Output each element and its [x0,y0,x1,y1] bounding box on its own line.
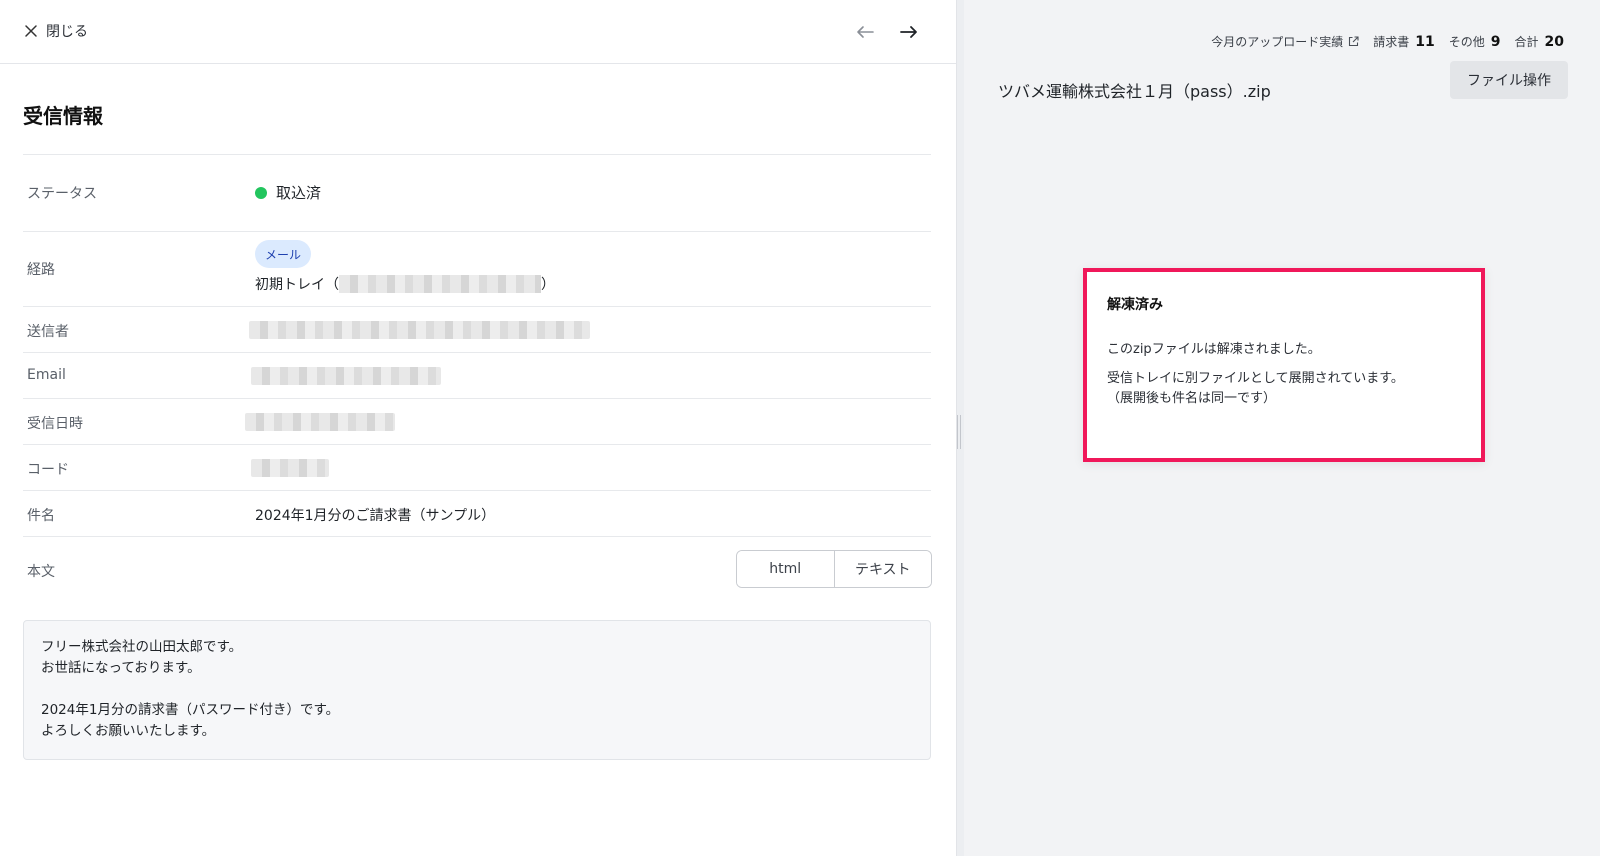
upload-stats: 今月のアップロード実績 請求書 11 その他 9 合計 20 [1211,33,1564,50]
external-link-icon [1349,36,1359,47]
mail-body-line: フリー株式会社の山田太郎です。 [41,639,243,655]
total-count-value: 20 [1544,34,1564,50]
notice-line: 受信トレイに別ファイルとして展開されています。 [1107,371,1404,386]
detail-panel: 閉じる 受信情報 ステータス 取込済 経路 メール 初期トレイ（ ） 送信者 E… [0,0,956,856]
close-icon [25,25,37,37]
invoice-count-value: 11 [1415,34,1435,50]
route-redacted [339,275,541,293]
section-title: 受信情報 [23,104,103,128]
sender-redacted [249,321,590,339]
mail-body: フリー株式会社の山田太郎です。 お世話になっております。 2024年1月分の請求… [23,620,931,760]
sender-label: 送信者 [27,324,69,340]
mail-body-line [41,679,913,700]
unzipped-notice: 解凍済み このzipファイルは解凍されました。 受信トレイに別ファイルとして展開… [1083,268,1485,462]
route-prefix: 初期トレイ（ [255,277,339,293]
close-button[interactable]: 閉じる [24,19,88,43]
previous-button[interactable] [853,20,877,44]
invoice-count-stat: 請求書 11 [1373,33,1435,50]
notice-line: （展開後も件名は同一です） [1107,391,1277,406]
code-label: コード [27,462,69,478]
total-count-label: 合計 [1514,35,1539,49]
mail-body-line: お世話になっております。 [41,660,201,676]
close-label: 閉じる [46,24,88,40]
route-label: 経路 [27,262,55,278]
received-at-redacted [245,413,395,431]
body-format-toggle: html テキスト [736,550,932,588]
status-text: 取込済 [276,184,322,202]
other-count-value: 9 [1490,34,1501,50]
mail-body-line: 2024年1月分の請求書（パスワード付き）です。 [41,702,340,718]
subject-value: 2024年1月分のご請求書（サンプル） [255,508,496,524]
preview-panel: 今月のアップロード実績 請求書 11 その他 9 合計 20 ツバメ運輸株式会社… [964,0,1600,856]
route-row: 経路 メール 初期トレイ（ ） [23,232,931,307]
other-count-stat: その他 9 [1449,33,1501,50]
resize-handle[interactable] [957,415,961,449]
upload-history-label: 今月のアップロード実績 [1211,35,1344,49]
code-redacted [251,459,329,477]
html-view-button[interactable]: html [737,551,834,587]
upload-history-link[interactable]: 今月のアップロード実績 [1211,33,1359,50]
detail-topbar: 閉じる [0,0,956,64]
received-at-label: 受信日時 [27,416,83,432]
status-label: ステータス [27,186,97,202]
email-row: Email [23,353,931,399]
file-actions-button[interactable]: ファイル操作 [1450,61,1568,99]
route-badge: メール [255,240,312,268]
other-count-label: その他 [1448,35,1485,49]
body-row: 本文 html テキスト [23,537,932,601]
sender-row: 送信者 [23,307,931,353]
arrow-right-icon [900,26,917,38]
code-row: コード [23,445,931,491]
mail-body-line: よろしくお願いいたします。 [41,723,216,739]
email-label: Email [27,367,66,383]
text-view-button[interactable]: テキスト [833,551,931,587]
route-suffix: ） [541,277,555,293]
notice-title: 解凍済み [1107,297,1163,313]
next-button[interactable] [897,20,921,44]
body-label: 本文 [27,564,55,580]
route-text: 初期トレイ（ ） [255,274,555,294]
arrow-left-icon [857,26,874,38]
email-redacted [251,367,441,385]
total-count-stat: 合計 20 [1515,33,1565,50]
file-name: ツバメ運輸株式会社１月（pass）.zip [998,82,1271,101]
subject-label: 件名 [27,508,55,524]
status-value: 取込済 [255,182,321,203]
status-row: ステータス 取込済 [23,155,931,232]
subject-row: 件名 2024年1月分のご請求書（サンプル） [23,491,931,537]
status-dot-icon [255,186,267,199]
received-at-row: 受信日時 [23,399,931,445]
notice-line: このzipファイルは解凍されました。 [1107,342,1321,357]
invoice-count-label: 請求書 [1373,35,1410,49]
detail-table: ステータス 取込済 経路 メール 初期トレイ（ ） 送信者 Email 受信日時 [23,154,932,601]
